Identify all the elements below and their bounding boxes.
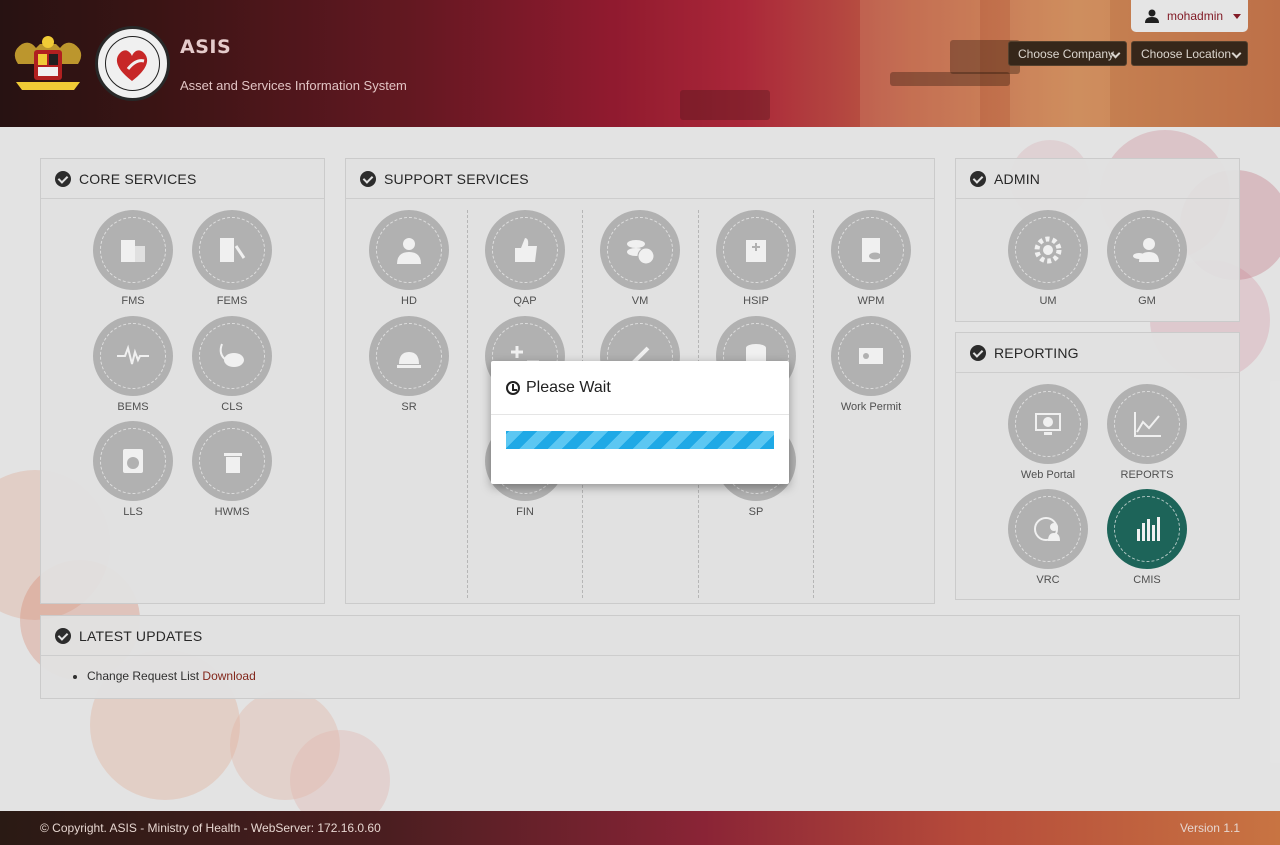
copyright-text: © Copyright. ASIS - Ministry of Health -… <box>40 821 381 835</box>
version-text: Version 1.1 <box>1179 821 1240 835</box>
progress-fill <box>506 431 774 449</box>
dialog-title: Please Wait <box>526 378 611 396</box>
please-wait-dialog: Please Wait <box>491 361 789 484</box>
footer: © Copyright. ASIS - Ministry of Health -… <box>0 811 1280 845</box>
clock-icon <box>506 380 520 395</box>
progress-bar <box>506 431 774 449</box>
